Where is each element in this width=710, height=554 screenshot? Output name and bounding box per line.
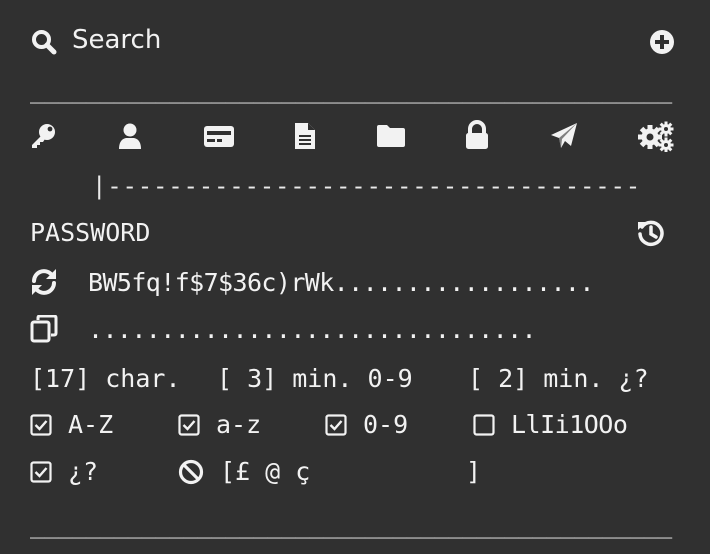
exclude-chars-field[interactable]: [£ @ ç bbox=[220, 459, 310, 484]
history-icon[interactable] bbox=[637, 219, 665, 247]
copy-line: ............................... bbox=[88, 315, 537, 344]
checkbox-numbers[interactable] bbox=[324, 413, 348, 437]
special-label: ¿? bbox=[68, 457, 99, 486]
search-label[interactable]: Search bbox=[72, 27, 161, 53]
lowercase-label: a-z bbox=[216, 410, 262, 439]
checkbox-special[interactable] bbox=[29, 460, 53, 484]
uppercase-label: A-Z bbox=[68, 410, 114, 439]
min-special-option[interactable]: [ 2] min. ¿? bbox=[468, 366, 649, 391]
lock-icon[interactable] bbox=[464, 120, 490, 150]
plus-circle-icon[interactable] bbox=[648, 28, 676, 56]
length-option[interactable]: [17] char. bbox=[30, 366, 181, 391]
gears-icon[interactable] bbox=[638, 120, 674, 152]
min-numbers-option[interactable]: [ 3] min. 0-9 bbox=[217, 366, 413, 391]
copy-icon[interactable] bbox=[30, 315, 58, 343]
checkbox-lowercase[interactable] bbox=[177, 413, 201, 437]
exclude-chars-close: ] bbox=[466, 457, 482, 486]
folder-icon[interactable] bbox=[376, 122, 406, 150]
credit-card-icon[interactable] bbox=[203, 122, 235, 150]
ban-icon[interactable] bbox=[177, 458, 205, 486]
tab-indicator: |----------------------------------- bbox=[92, 172, 641, 200]
user-icon[interactable] bbox=[116, 122, 144, 150]
file-text-icon[interactable] bbox=[293, 121, 317, 151]
top-separator: ________________________________________… bbox=[30, 76, 672, 104]
checkbox-uppercase[interactable] bbox=[29, 413, 53, 437]
refresh-icon[interactable] bbox=[29, 268, 59, 296]
ambiguous-label: LlIi1OOo bbox=[511, 410, 628, 439]
key-icon[interactable] bbox=[29, 122, 57, 150]
password-heading: PASSWORD bbox=[30, 218, 151, 247]
search-icon[interactable] bbox=[30, 28, 58, 56]
paper-plane-icon[interactable] bbox=[549, 121, 579, 151]
password-value[interactable]: BW5fq!f$7$36c)rWk.................. bbox=[88, 270, 594, 295]
bottom-separator: ________________________________________… bbox=[30, 511, 672, 539]
numbers-label: 0-9 bbox=[363, 410, 409, 439]
checkbox-ambiguous[interactable] bbox=[472, 413, 496, 437]
